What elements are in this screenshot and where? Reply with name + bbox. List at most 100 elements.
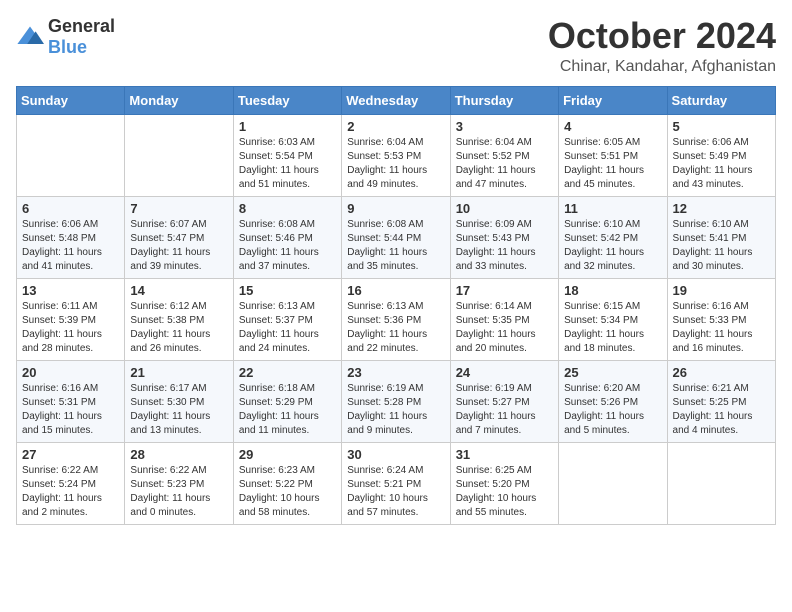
calendar-day-cell: 14 Sunrise: 6:12 AMSunset: 5:38 PMDayligh…: [125, 278, 233, 360]
title-area: October 2024 Chinar, Kandahar, Afghanist…: [548, 16, 776, 76]
weekday-header-row: SundayMondayTuesdayWednesdayThursdayFrid…: [17, 86, 776, 114]
day-info: Sunrise: 6:15 AMSunset: 5:34 PMDaylight:…: [564, 300, 661, 356]
day-number: 29: [239, 447, 336, 462]
calendar-day-cell: 22 Sunrise: 6:18 AMSunset: 5:29 PMDayligh…: [233, 360, 341, 442]
day-info: Sunrise: 6:16 AMSunset: 5:33 PMDaylight:…: [673, 300, 770, 356]
day-info: Sunrise: 6:10 AMSunset: 5:42 PMDaylight:…: [564, 218, 661, 274]
calendar-day-cell: 31 Sunrise: 6:25 AMSunset: 5:20 PMDayligh…: [450, 442, 558, 524]
day-number: 17: [456, 283, 553, 298]
calendar-table: SundayMondayTuesdayWednesdayThursdayFrid…: [16, 86, 776, 525]
day-number: 11: [564, 201, 661, 216]
calendar-day-cell: 29 Sunrise: 6:23 AMSunset: 5:22 PMDayligh…: [233, 442, 341, 524]
day-info: Sunrise: 6:07 AMSunset: 5:47 PMDaylight:…: [130, 218, 227, 274]
day-number: 21: [130, 365, 227, 380]
calendar-day-cell: 1 Sunrise: 6:03 AMSunset: 5:54 PMDaylight…: [233, 114, 341, 196]
calendar-day-cell: 4 Sunrise: 6:05 AMSunset: 5:51 PMDaylight…: [559, 114, 667, 196]
calendar-day-cell: [559, 442, 667, 524]
calendar-week-row: 6 Sunrise: 6:06 AMSunset: 5:48 PMDaylight…: [17, 196, 776, 278]
logo-general: General: [48, 16, 115, 36]
calendar-day-cell: 5Sunrise: 6:06 AMSunset: 5:49 PMDaylight…: [667, 114, 775, 196]
calendar-day-cell: 3 Sunrise: 6:04 AMSunset: 5:52 PMDaylight…: [450, 114, 558, 196]
day-number: 9: [347, 201, 444, 216]
day-number: 30: [347, 447, 444, 462]
day-number: 14: [130, 283, 227, 298]
day-number: 1: [239, 119, 336, 134]
day-info: Sunrise: 6:10 AMSunset: 5:41 PMDaylight:…: [673, 218, 770, 274]
calendar-day-cell: 9 Sunrise: 6:08 AMSunset: 5:44 PMDaylight…: [342, 196, 450, 278]
day-number: 28: [130, 447, 227, 462]
weekday-header-cell: Thursday: [450, 86, 558, 114]
calendar-day-cell: 19 Sunrise: 6:16 AMSunset: 5:33 PMDayligh…: [667, 278, 775, 360]
calendar-day-cell: [125, 114, 233, 196]
day-info: Sunrise: 6:03 AMSunset: 5:54 PMDaylight:…: [239, 136, 336, 192]
day-info: Sunrise: 6:18 AMSunset: 5:29 PMDaylight:…: [239, 382, 336, 438]
day-number: 25: [564, 365, 661, 380]
day-info: Sunrise: 6:12 AMSunset: 5:38 PMDaylight:…: [130, 300, 227, 356]
page-header: General Blue October 2024 Chinar, Kandah…: [16, 16, 776, 76]
day-number: 26: [673, 365, 770, 380]
calendar-day-cell: 15 Sunrise: 6:13 AMSunset: 5:37 PMDayligh…: [233, 278, 341, 360]
logo-blue: Blue: [48, 37, 87, 57]
day-info: Sunrise: 6:23 AMSunset: 5:22 PMDaylight:…: [239, 464, 336, 520]
day-info: Sunrise: 6:08 AMSunset: 5:46 PMDaylight:…: [239, 218, 336, 274]
calendar-day-cell: [667, 442, 775, 524]
calendar-week-row: 1 Sunrise: 6:03 AMSunset: 5:54 PMDaylight…: [17, 114, 776, 196]
day-number: 15: [239, 283, 336, 298]
day-number: 18: [564, 283, 661, 298]
location-title: Chinar, Kandahar, Afghanistan: [548, 58, 776, 76]
calendar-day-cell: 27Sunrise: 6:22 AMSunset: 5:24 PMDayligh…: [17, 442, 125, 524]
day-info: Sunrise: 6:14 AMSunset: 5:35 PMDaylight:…: [456, 300, 553, 356]
day-info: Sunrise: 6:19 AMSunset: 5:28 PMDaylight:…: [347, 382, 444, 438]
day-number: 19: [673, 283, 770, 298]
day-number: 22: [239, 365, 336, 380]
calendar-day-cell: 6 Sunrise: 6:06 AMSunset: 5:48 PMDaylight…: [17, 196, 125, 278]
day-info: Sunrise: 6:22 AMSunset: 5:23 PMDaylight:…: [130, 464, 227, 520]
day-info: Sunrise: 6:19 AMSunset: 5:27 PMDaylight:…: [456, 382, 553, 438]
calendar-week-row: 13 Sunrise: 6:11 AMSunset: 5:39 PMDayligh…: [17, 278, 776, 360]
day-info: Sunrise: 6:13 AMSunset: 5:37 PMDaylight:…: [239, 300, 336, 356]
calendar-day-cell: 23Sunrise: 6:19 AMSunset: 5:28 PMDayligh…: [342, 360, 450, 442]
day-info: Sunrise: 6:16 AMSunset: 5:31 PMDaylight:…: [22, 382, 119, 438]
calendar-day-cell: 12Sunrise: 6:10 AMSunset: 5:41 PMDayligh…: [667, 196, 775, 278]
day-info: Sunrise: 6:08 AMSunset: 5:44 PMDaylight:…: [347, 218, 444, 274]
day-number: 7: [130, 201, 227, 216]
day-info: Sunrise: 6:09 AMSunset: 5:43 PMDaylight:…: [456, 218, 553, 274]
day-info: Sunrise: 6:13 AMSunset: 5:36 PMDaylight:…: [347, 300, 444, 356]
calendar-day-cell: 20 Sunrise: 6:16 AMSunset: 5:31 PMDayligh…: [17, 360, 125, 442]
day-number: 27: [22, 447, 119, 462]
day-info: Sunrise: 6:06 AMSunset: 5:48 PMDaylight:…: [22, 218, 119, 274]
day-info: Sunrise: 6:24 AMSunset: 5:21 PMDaylight:…: [347, 464, 444, 520]
day-number: 24: [456, 365, 553, 380]
day-number: 20: [22, 365, 119, 380]
day-number: 3: [456, 119, 553, 134]
calendar-day-cell: 8Sunrise: 6:08 AMSunset: 5:46 PMDaylight…: [233, 196, 341, 278]
calendar-day-cell: 28 Sunrise: 6:22 AMSunset: 5:23 PMDayligh…: [125, 442, 233, 524]
month-title: October 2024: [548, 16, 776, 56]
weekday-header-cell: Friday: [559, 86, 667, 114]
day-info: Sunrise: 6:25 AMSunset: 5:20 PMDaylight:…: [456, 464, 553, 520]
day-info: Sunrise: 6:17 AMSunset: 5:30 PMDaylight:…: [130, 382, 227, 438]
day-info: Sunrise: 6:04 AMSunset: 5:53 PMDaylight:…: [347, 136, 444, 192]
calendar-week-row: 27Sunrise: 6:22 AMSunset: 5:24 PMDayligh…: [17, 442, 776, 524]
day-number: 5: [673, 119, 770, 134]
day-number: 2: [347, 119, 444, 134]
calendar-day-cell: 13 Sunrise: 6:11 AMSunset: 5:39 PMDayligh…: [17, 278, 125, 360]
day-info: Sunrise: 6:04 AMSunset: 5:52 PMDaylight:…: [456, 136, 553, 192]
weekday-header-cell: Tuesday: [233, 86, 341, 114]
day-number: 6: [22, 201, 119, 216]
logo: General Blue: [16, 16, 115, 58]
calendar-day-cell: [17, 114, 125, 196]
calendar-day-cell: 26 Sunrise: 6:21 AMSunset: 5:25 PMDayligh…: [667, 360, 775, 442]
calendar-day-cell: 30 Sunrise: 6:24 AMSunset: 5:21 PMDayligh…: [342, 442, 450, 524]
calendar-day-cell: 2 Sunrise: 6:04 AMSunset: 5:53 PMDaylight…: [342, 114, 450, 196]
calendar-day-cell: 25Sunrise: 6:20 AMSunset: 5:26 PMDayligh…: [559, 360, 667, 442]
day-info: Sunrise: 6:11 AMSunset: 5:39 PMDaylight:…: [22, 300, 119, 356]
calendar-day-cell: 24 Sunrise: 6:19 AMSunset: 5:27 PMDayligh…: [450, 360, 558, 442]
day-number: 16: [347, 283, 444, 298]
day-info: Sunrise: 6:21 AMSunset: 5:25 PMDaylight:…: [673, 382, 770, 438]
day-number: 31: [456, 447, 553, 462]
day-number: 4: [564, 119, 661, 134]
weekday-header-cell: Wednesday: [342, 86, 450, 114]
day-number: 13: [22, 283, 119, 298]
day-info: Sunrise: 6:05 AMSunset: 5:51 PMDaylight:…: [564, 136, 661, 192]
